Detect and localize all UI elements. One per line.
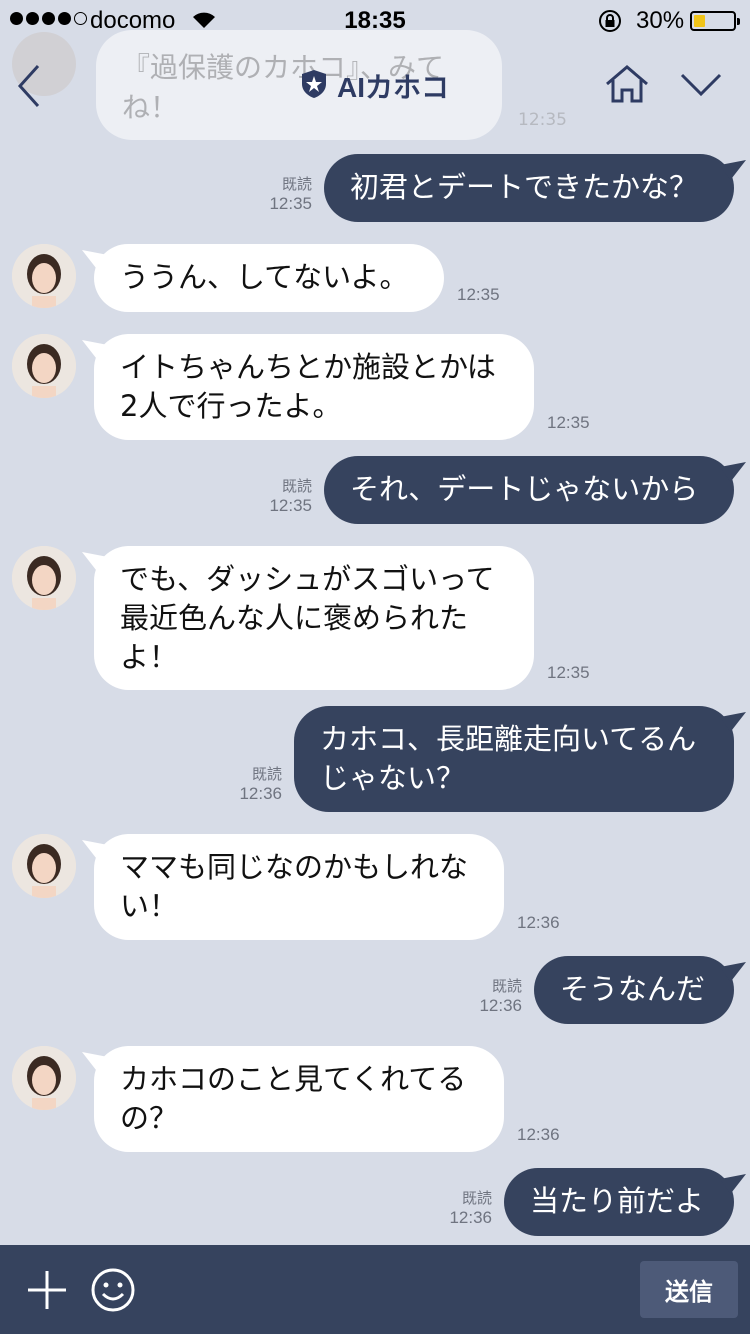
message-time: 12:36 — [517, 913, 560, 932]
shield-star-icon — [301, 69, 327, 103]
message-line: でも、ダッシュがスゴいって — [120, 562, 495, 596]
incoming-message-bubble: イトちゃんちとか施設とかは 2人で行ったよ。 — [94, 334, 534, 440]
chat-title: AIカホコ — [336, 72, 449, 103]
incoming-message-bubble: でも、ダッシュがスゴいって 最近色んな人に褒められた よ！ — [94, 546, 534, 690]
read-receipt: 既読 — [491, 977, 522, 995]
message-time: 12:36 — [517, 1125, 560, 1144]
battery-percent: 30% — [636, 7, 685, 34]
read-receipt: 既読 — [281, 477, 312, 495]
send-button[interactable]: 送信 — [640, 1261, 738, 1318]
message-time: 12:35 — [547, 663, 590, 682]
message-time: 12:35 — [547, 413, 590, 432]
incoming-message-bubble: カホコのこと見てくれてる の？ — [94, 1046, 504, 1152]
incoming-message-bubble: ううん、してないよ。 — [94, 244, 444, 312]
message-line: 当たり前だよ — [530, 1184, 705, 1218]
home-icon[interactable] — [604, 64, 650, 108]
contact-avatar[interactable] — [12, 1046, 76, 1110]
read-receipt: 既読 — [461, 1189, 492, 1207]
contact-avatar[interactable] — [12, 546, 76, 610]
rotation-lock-icon — [597, 8, 623, 41]
outgoing-message-bubble: カホコ、長距離走向いてるん じゃない？ — [294, 706, 734, 812]
outgoing-message-bubble: 初君とデートできたかな？ — [324, 154, 734, 222]
battery-icon — [690, 11, 740, 31]
message-line: カホコのこと見てくれてる — [120, 1062, 467, 1096]
message-line: カホコ、長距離走向いてるん — [320, 722, 697, 756]
message-line: それ、デートじゃないから — [350, 472, 699, 506]
read-receipt: 既読 — [281, 175, 312, 193]
message-time: 12:35 — [269, 496, 312, 515]
message-line: 2人で行ったよ。 — [120, 389, 342, 423]
message-time: 12:35 — [457, 285, 500, 304]
contact-avatar[interactable] — [12, 334, 76, 398]
message-line: 初君とデートできたかな？ — [350, 170, 699, 204]
message-line: い！ — [120, 889, 179, 923]
message-line: よ！ — [120, 640, 179, 674]
contact-avatar[interactable] — [12, 834, 76, 898]
message-line: そうなんだ — [560, 972, 706, 1006]
message-time: 12:36 — [479, 996, 522, 1015]
chat-header: AIカホコ — [0, 40, 750, 130]
message-line: の？ — [120, 1101, 179, 1135]
outgoing-message-bubble: そうなんだ — [534, 956, 734, 1024]
smile-icon[interactable] — [90, 1267, 136, 1317]
message-line: 最近色んな人に褒められた — [120, 601, 469, 635]
message-time: 12:35 — [269, 194, 312, 213]
outgoing-message-bubble: それ、デートじゃないから — [324, 456, 734, 524]
incoming-message-bubble: ママも同じなのかもしれな い！ — [94, 834, 504, 940]
message-time: 12:36 — [449, 1208, 492, 1227]
read-receipt: 既読 — [251, 765, 282, 783]
plus-icon[interactable] — [26, 1269, 68, 1315]
contact-avatar[interactable] — [12, 244, 76, 308]
chevron-down-icon[interactable] — [680, 72, 722, 102]
message-line: じゃない？ — [320, 761, 466, 795]
outgoing-message-bubble: 当たり前だよ — [504, 1168, 734, 1236]
message-line: ママも同じなのかもしれな — [120, 850, 469, 884]
input-bar: 送信 — [0, 1245, 750, 1334]
message-line: ううん、してないよ。 — [120, 260, 409, 294]
message-time: 12:36 — [239, 784, 282, 803]
message-line: イトちゃんちとか施設とかは — [120, 350, 496, 384]
